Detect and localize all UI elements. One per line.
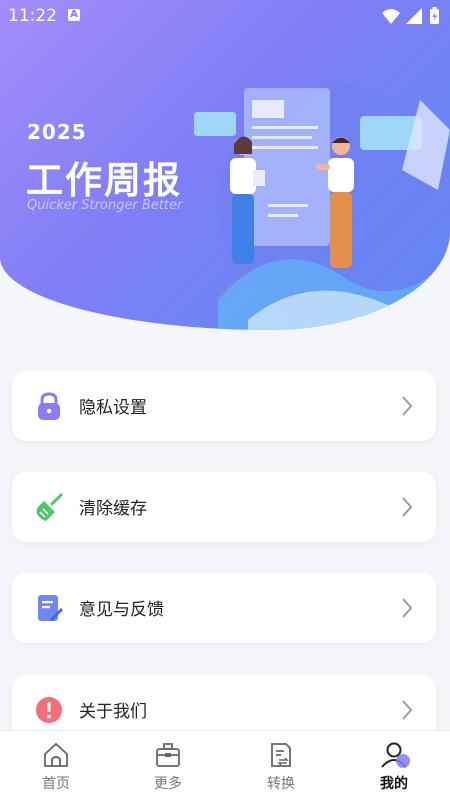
bottom-tab-bar: 首页 更多 转换 我的 [0,730,450,801]
menu-item-privacy-settings[interactable]: 隐私设置 [12,371,436,441]
header-year: 2025 [27,120,87,144]
tab-label: 首页 [42,776,70,792]
battery-icon [430,7,439,24]
status-indicator: A [68,9,80,21]
status-time: 11:22 [8,6,57,26]
tab-mine[interactable]: 我的 [338,731,450,801]
box-icon [156,743,180,767]
header-illustration [188,70,450,330]
chevron-right-icon [400,699,414,725]
tab-label: 更多 [154,776,182,792]
header-banner: 11:22 A 2025 工作周报 Quicker Stronger Bette… [0,0,450,330]
wifi-icon [382,9,400,24]
chevron-right-icon [400,597,414,623]
header-title: 工作周报 [26,159,182,202]
info-icon [34,695,64,725]
menu-item-clear-cache[interactable]: 清除缓存 [12,472,436,542]
chevron-right-icon [400,496,414,522]
convert-doc-icon [271,743,291,767]
menu-item-feedback[interactable]: 意见与反馈 [12,573,436,643]
menu-item-label: 清除缓存 [79,499,147,519]
user-icon [381,742,410,768]
broom-icon [34,492,64,522]
menu-item-label: 隐私设置 [79,398,147,418]
tab-home[interactable]: 首页 [0,731,112,801]
signal-icon [406,8,422,24]
header-subtitle: Quicker Stronger Better [27,198,183,213]
chevron-right-icon [400,395,414,421]
tab-label: 转换 [267,776,295,792]
tab-more[interactable]: 更多 [112,731,224,801]
status-bar: 11:22 A [0,0,450,32]
lock-icon [34,391,64,421]
menu-item-label: 关于我们 [79,702,147,722]
tab-convert[interactable]: 转换 [225,731,337,801]
edit-note-icon [34,593,64,623]
menu-item-label: 意见与反馈 [79,600,164,620]
tab-label: 我的 [380,776,408,792]
home-icon [44,742,68,767]
status-icons [380,6,444,31]
